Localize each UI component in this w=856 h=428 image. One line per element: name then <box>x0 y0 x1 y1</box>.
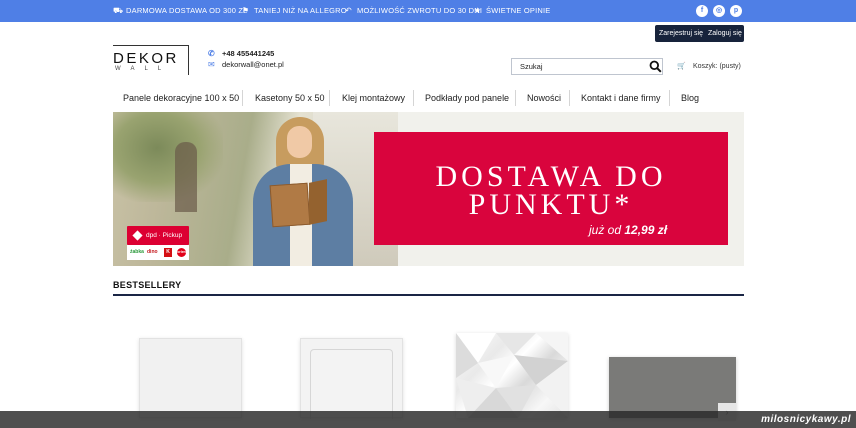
nav-item-underlays[interactable]: Podkłady pod panele <box>425 86 509 110</box>
watermark-text: milosnicykawy.pl <box>761 414 851 425</box>
nav-item-new[interactable]: Nowości <box>527 86 561 110</box>
price-value: 12,99 zł <box>624 223 668 237</box>
promo-box: DOSTAWA DO PUNKTU* już od 12,99 zł <box>374 132 728 245</box>
nav-item-coffers[interactable]: Kasetony 50 x 50 <box>255 86 325 110</box>
banner-photo: dpd · Pickup żabka dino K orlen <box>113 112 398 266</box>
logo-sub-text: WALL <box>115 66 172 72</box>
search-box <box>511 58 663 75</box>
free-delivery-text: DARMOWA DOSTAWA OD 300 ZŁ <box>126 6 248 15</box>
diamond-pattern <box>456 333 568 418</box>
section-divider <box>113 294 744 296</box>
pickup-label: Pickup <box>162 232 183 239</box>
nav-item-decorative-panels[interactable]: Panele dekoracyjne 100 x 50 <box>123 86 239 110</box>
search-input[interactable] <box>520 59 640 74</box>
phone-icon: ✆ <box>208 49 215 58</box>
pinterest-icon[interactable]: p <box>730 5 742 17</box>
kaufland-logo: K <box>164 248 172 257</box>
product-image-3d-panel[interactable] <box>456 333 568 418</box>
email-contact[interactable]: ✉ dekorwall@onet.pl <box>208 59 284 70</box>
bestsellers-title: BESTSELLERY <box>113 280 182 290</box>
product-image-framed-panel[interactable] <box>300 338 403 419</box>
price-prefix: już od <box>589 223 622 237</box>
parcel-box-side <box>309 179 327 225</box>
email-address: dekorwall@onet.pl <box>222 60 284 69</box>
nav-divider <box>569 90 570 106</box>
product-image-concrete-panel[interactable] <box>609 357 736 418</box>
facebook-icon[interactable]: f <box>696 5 708 17</box>
return-arrow-icon: ↶ <box>345 6 352 15</box>
logo[interactable]: DEKOR WALL <box>113 45 189 75</box>
logo-main-text: DEKOR <box>113 50 179 67</box>
woman-face <box>287 126 312 158</box>
promo-headline-line2: PUNKTU* <box>468 188 634 221</box>
dpd-pickup-text: dpd · Pickup <box>146 232 183 239</box>
auth-buttons: Zarejestruj się Zaloguj się <box>655 25 744 42</box>
watermark-bar: milosnicykawy.pl <box>0 411 856 428</box>
nav-item-contact[interactable]: Kontakt i dane firmy <box>581 86 661 110</box>
tag-icon: ⚑ <box>241 6 250 15</box>
truck-icon: ⛟ <box>113 6 124 15</box>
cheaper-info: ⚑ TANIEJ NIŻ NA ALLEGRO <box>241 0 347 22</box>
partner-logos: żabka dino K orlen <box>127 245 189 260</box>
main-navigation: Panele dekoracyjne 100 x 50 Kasetony 50 … <box>113 86 744 110</box>
nav-divider <box>515 90 516 106</box>
background-person <box>175 142 197 212</box>
parcel-box <box>269 182 311 228</box>
product-image-smooth-panel[interactable] <box>139 338 242 418</box>
promo-price: już od 12,99 zł <box>589 223 667 237</box>
panel-frame <box>310 349 393 419</box>
cart-label: Koszyk: (pusty) <box>693 63 741 70</box>
search-icon[interactable] <box>649 60 662 73</box>
star-icon: ★ <box>473 6 482 15</box>
basket-icon: 🛒 <box>677 63 686 70</box>
nav-divider <box>242 90 243 106</box>
background-tree <box>113 112 223 202</box>
promo-banner[interactable]: dpd · Pickup żabka dino K orlen DOSTAWA … <box>113 112 744 266</box>
nav-divider <box>413 90 414 106</box>
nav-item-blog[interactable]: Blog <box>681 86 699 110</box>
top-info-bar: ⛟ DARMOWA DOSTAWA OD 300 ZŁ ⚑ TANIEJ NIŻ N… <box>0 0 856 22</box>
dpd-pickup-badge: dpd · Pickup <box>127 226 189 245</box>
dpd-brand: dpd <box>146 232 157 239</box>
free-delivery-info: ⛟ DARMOWA DOSTAWA OD 300 ZŁ <box>113 0 248 22</box>
zabka-logo: żabka <box>130 249 144 255</box>
returns-info: ↶ MOŻLIWOŚĆ ZWROTU DO 30 DNI <box>344 0 482 22</box>
phone-contact[interactable]: ✆ +48 455441245 <box>208 48 274 59</box>
nav-item-adhesive[interactable]: Klej montażowy <box>342 86 405 110</box>
instagram-icon[interactable]: ◎ <box>713 5 725 17</box>
dpd-cube-icon <box>132 230 143 241</box>
dino-logo: dino <box>147 249 158 255</box>
nav-divider <box>669 90 670 106</box>
nav-divider <box>329 90 330 106</box>
returns-text: MOŻLIWOŚĆ ZWROTU DO 30 DNI <box>357 6 483 15</box>
cart-link[interactable]: 🛒 Koszyk: (pusty) <box>677 61 741 72</box>
phone-number: +48 455441245 <box>222 49 275 58</box>
cheaper-text: TANIEJ NIŻ NA ALLEGRO <box>254 6 347 15</box>
envelope-icon: ✉ <box>208 60 215 69</box>
reviews-text: ŚWIETNE OPINIE <box>486 6 551 15</box>
login-button[interactable]: Zaloguj się <box>708 25 742 42</box>
orlen-logo: orlen <box>177 248 186 257</box>
register-button[interactable]: Zarejestruj się <box>659 25 703 42</box>
reviews-info: ★ ŚWIETNE OPINIE <box>473 0 550 22</box>
